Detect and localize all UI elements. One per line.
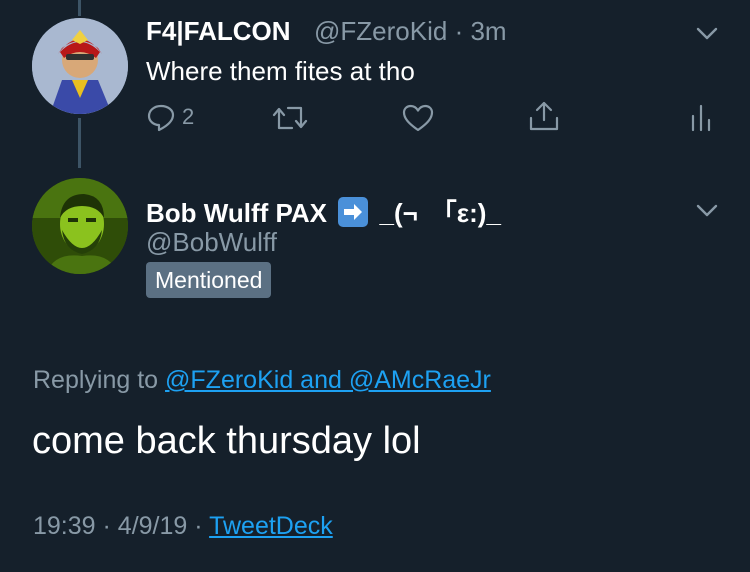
reply-button[interactable]: 2 <box>146 102 194 132</box>
author-handle[interactable]: @FZeroKid <box>314 16 447 46</box>
separator: · <box>102 512 111 540</box>
chevron-down-icon <box>696 204 718 217</box>
reply-text: come back thursday lol <box>32 420 421 462</box>
analytics-icon <box>691 104 711 132</box>
replying-to-link[interactable]: @FZeroKid and @AMcRaeJr <box>165 366 491 394</box>
author-name-suffix: _(¬ ｢ε:)_ <box>379 198 501 228</box>
tweet-meta: 19:39 · 4/9/19 · TweetDeck <box>33 512 333 541</box>
like-button[interactable] <box>402 103 434 133</box>
author-name[interactable]: F4|FALCON <box>146 16 291 47</box>
replying-to-line: Replying to @FZeroKid and @AMcRaeJr <box>33 366 491 395</box>
tweet-menu-button[interactable] <box>696 27 718 46</box>
avatar[interactable] <box>32 18 128 114</box>
mentioned-badge: Mentioned <box>146 262 272 298</box>
share-button[interactable] <box>528 100 560 132</box>
share-icon <box>529 101 559 131</box>
author-name-row: Bob Wulff PAX _(¬ ｢ε:)_ <box>146 193 501 230</box>
avatar[interactable] <box>32 178 128 274</box>
separator: · <box>454 16 464 46</box>
tweet-menu-button[interactable] <box>696 204 718 223</box>
chevron-down-icon <box>696 27 718 40</box>
retweet-icon <box>272 106 308 130</box>
reply-count: 2 <box>182 104 195 129</box>
retweet-button[interactable] <box>272 104 308 132</box>
separator: · <box>194 512 203 540</box>
tweet-time[interactable]: 19:39 <box>33 512 96 540</box>
analytics-button[interactable] <box>690 104 712 132</box>
author-name[interactable]: Bob Wulff PAX <box>146 198 327 228</box>
thread-line <box>78 0 81 16</box>
tweet-text: Where them fites at tho <box>146 56 415 86</box>
replying-to-prefix: Replying to <box>33 366 159 394</box>
tweet-time[interactable]: 3m <box>470 16 506 46</box>
reply-icon <box>147 104 175 132</box>
like-icon <box>402 104 434 132</box>
source-link[interactable]: TweetDeck <box>209 512 333 540</box>
right-arrow-emoji-icon <box>338 197 369 227</box>
thread-line <box>78 118 81 168</box>
author-handle[interactable]: @BobWulff <box>146 227 277 258</box>
tweet-date[interactable]: 4/9/19 <box>118 512 188 540</box>
